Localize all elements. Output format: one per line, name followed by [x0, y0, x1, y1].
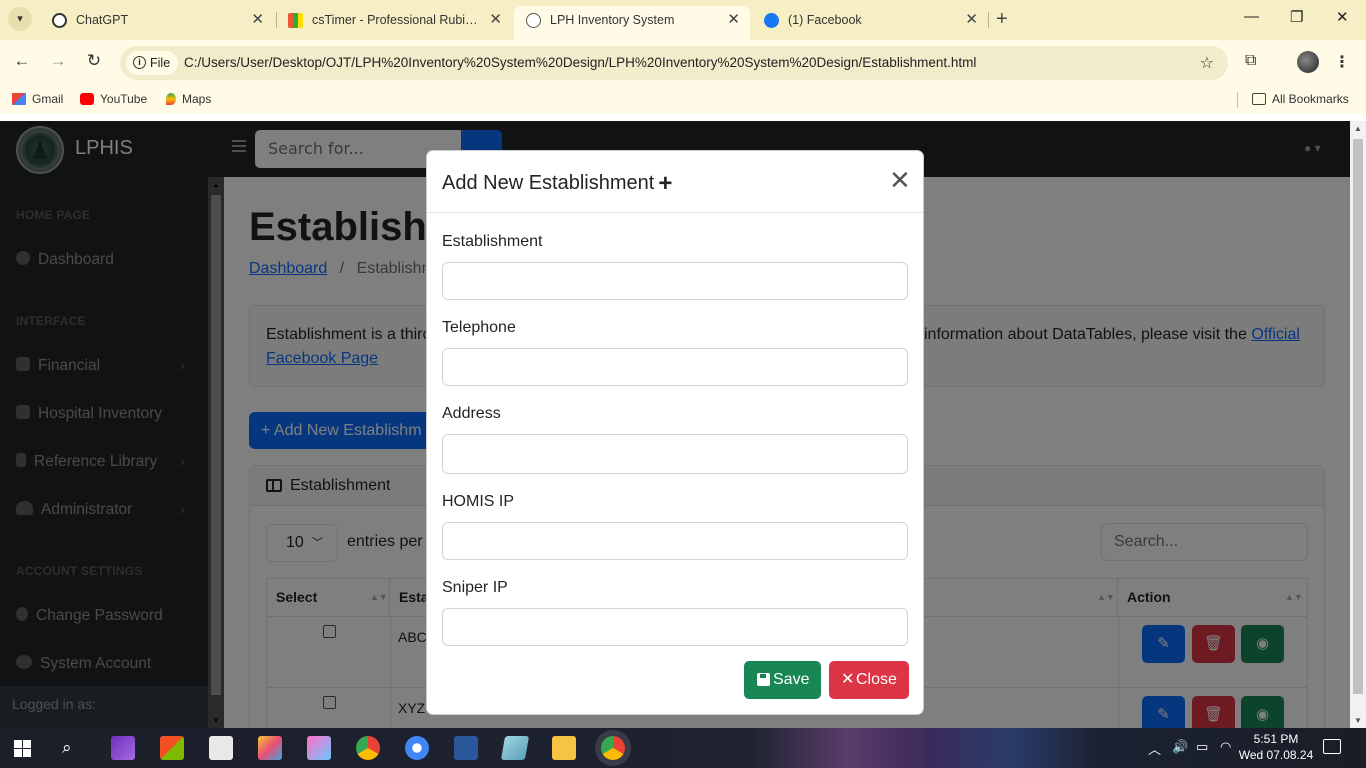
bookmark-maps[interactable]: Maps — [166, 92, 211, 106]
scroll-up-icon[interactable]: ▲ — [1354, 124, 1362, 133]
bookmark-gmail[interactable]: Gmail — [12, 92, 63, 106]
tab-facebook[interactable]: (1) Facebook ✕ — [752, 6, 988, 40]
all-bookmarks-button[interactable]: All Bookmarks — [1252, 92, 1349, 106]
bookmark-label: Gmail — [32, 92, 64, 106]
back-icon[interactable]: ← — [10, 51, 34, 71]
bookmark-youtube[interactable]: YouTube — [80, 92, 147, 106]
windows-start-icon[interactable] — [14, 740, 31, 757]
homis-ip-label: HOMIS IP — [442, 493, 515, 510]
notification-center-icon[interactable] — [1323, 739, 1341, 754]
chrome-profile-icon[interactable] — [405, 736, 429, 760]
profile-avatar[interactable] — [1297, 51, 1319, 73]
chatgpt-icon — [52, 13, 67, 28]
save-label: Save — [773, 671, 810, 688]
chrome-icon[interactable] — [356, 736, 380, 760]
maps-icon — [166, 93, 176, 105]
modal-close-icon[interactable]: ✕ — [889, 167, 911, 193]
telephone-input[interactable] — [442, 348, 908, 386]
wifi-icon[interactable]: ◠ — [1220, 739, 1231, 755]
scroll-down-icon[interactable]: ▼ — [1354, 716, 1362, 725]
browser-tab-bar: ▾ ChatGPT ✕ csTimer - Professional Rubik… — [0, 0, 1366, 40]
modal-title: Add New Establishment + — [442, 170, 672, 198]
tab-label: (1) Facebook — [788, 13, 862, 27]
windows-taskbar: ⌕ ︿ 🔊 ▭ ◠ 5:51 PM Wed 07.08.24 — [0, 728, 1366, 768]
tab-cstimer[interactable]: csTimer - Professional Rubik's C ✕ — [276, 6, 512, 40]
browser-menu-icon[interactable]: ⋮ — [1334, 52, 1350, 72]
close-tab-icon[interactable]: ✕ — [489, 6, 502, 34]
facebook-icon — [764, 13, 779, 28]
microsoft-store-icon[interactable] — [160, 736, 184, 760]
globe-icon — [526, 13, 541, 28]
battery-icon[interactable]: ▭ — [1196, 739, 1208, 755]
telephone-label: Telephone — [442, 319, 516, 336]
site-info-chip[interactable]: i File — [126, 51, 179, 75]
tab-label: LPH Inventory System — [550, 13, 675, 27]
word-icon[interactable] — [454, 736, 478, 760]
tab-lph-inventory[interactable]: LPH Inventory System ✕ — [514, 6, 750, 40]
scheme-label: File — [150, 56, 171, 70]
tab-search-menu-button[interactable]: ▾ — [8, 7, 32, 31]
bookmarks-bar: Gmail YouTube Maps All Bookmarks — [0, 86, 1366, 114]
close-window-icon[interactable]: ✕ — [1336, 8, 1349, 26]
page-viewport: LPHIS Search for... ● ▾ HOME PAGE Dashbo… — [0, 121, 1366, 728]
establishment-input[interactable] — [442, 262, 908, 300]
tray-overflow-icon[interactable]: ︿ — [1148, 739, 1161, 758]
close-tab-icon[interactable]: ✕ — [251, 6, 264, 34]
page-scroll-thumb[interactable] — [1353, 139, 1363, 694]
mail-icon[interactable] — [209, 736, 233, 760]
bookmark-label: Maps — [182, 92, 212, 106]
sniper-ip-label: Sniper IP — [442, 579, 508, 596]
system-clock[interactable]: 5:51 PM Wed 07.08.24 — [1236, 731, 1316, 763]
modal-title-text: Add New Establishment — [442, 172, 655, 194]
browser-toolbar: ← → ↻ i File C:/Users/User/Desktop/OJT/L… — [0, 40, 1366, 86]
close-button[interactable]: ✕ Close — [829, 661, 909, 699]
game-app-icon[interactable] — [307, 736, 331, 760]
tab-chatgpt[interactable]: ChatGPT ✕ — [40, 6, 274, 40]
info-icon: i — [133, 56, 146, 69]
tab-label: csTimer - Professional Rubik's C — [312, 13, 478, 27]
extensions-icon[interactable]: ⧉ — [1245, 52, 1256, 70]
search-icon[interactable]: ⌕ — [62, 738, 72, 758]
address-label: Address — [442, 405, 501, 422]
address-bar[interactable]: i File C:/Users/User/Desktop/OJT/LPH%20I… — [120, 46, 1228, 80]
bookmark-star-icon[interactable]: ☆ — [1200, 53, 1214, 73]
add-establishment-modal: Add New Establishment + ✕ Establishment T… — [426, 150, 924, 715]
x-icon: ✕ — [841, 671, 855, 688]
visual-studio-icon[interactable] — [111, 736, 135, 760]
restore-icon[interactable]: ❐ — [1290, 8, 1303, 26]
new-tab-icon[interactable]: + — [996, 7, 1008, 31]
chrome-active-icon[interactable] — [601, 736, 625, 760]
close-tab-icon[interactable]: ✕ — [965, 6, 978, 34]
tab-label: ChatGPT — [76, 13, 129, 27]
close-label: Close — [856, 671, 897, 688]
address-input[interactable] — [442, 434, 908, 474]
file-explorer-icon[interactable] — [552, 736, 576, 760]
page-scrollbar[interactable]: ▲ ▼ — [1350, 121, 1366, 728]
minimize-icon[interactable]: — — [1244, 8, 1259, 25]
save-button[interactable]: Save — [744, 661, 821, 699]
close-tab-icon[interactable]: ✕ — [727, 6, 740, 34]
all-bookmarks-label: All Bookmarks — [1272, 92, 1349, 106]
tab-separator — [988, 12, 989, 28]
snipping-tool-icon[interactable] — [500, 736, 530, 760]
reload-icon[interactable]: ↻ — [82, 51, 106, 71]
floppy-disk-icon — [757, 673, 770, 686]
bookmarks-separator — [1237, 92, 1238, 108]
url-text[interactable]: C:/Users/User/Desktop/OJT/LPH%20Inventor… — [184, 46, 976, 80]
clock-time: 5:51 PM — [1253, 732, 1299, 746]
establishment-label: Establishment — [442, 233, 543, 250]
folder-icon — [1252, 93, 1266, 105]
clock-date: Wed 07.08.24 — [1238, 748, 1314, 762]
plus-icon: + — [658, 170, 673, 197]
modal-header: Add New Establishment + ✕ — [427, 151, 923, 213]
cstimer-icon — [288, 13, 303, 28]
forward-icon[interactable]: → — [46, 51, 70, 71]
bookmark-label: YouTube — [100, 92, 148, 106]
sniper-ip-input[interactable] — [442, 608, 908, 646]
paint-app-icon[interactable] — [258, 736, 282, 760]
youtube-icon — [80, 93, 94, 105]
homis-ip-input[interactable] — [442, 522, 908, 560]
gmail-icon — [12, 93, 26, 105]
volume-icon[interactable]: 🔊 — [1172, 739, 1188, 755]
